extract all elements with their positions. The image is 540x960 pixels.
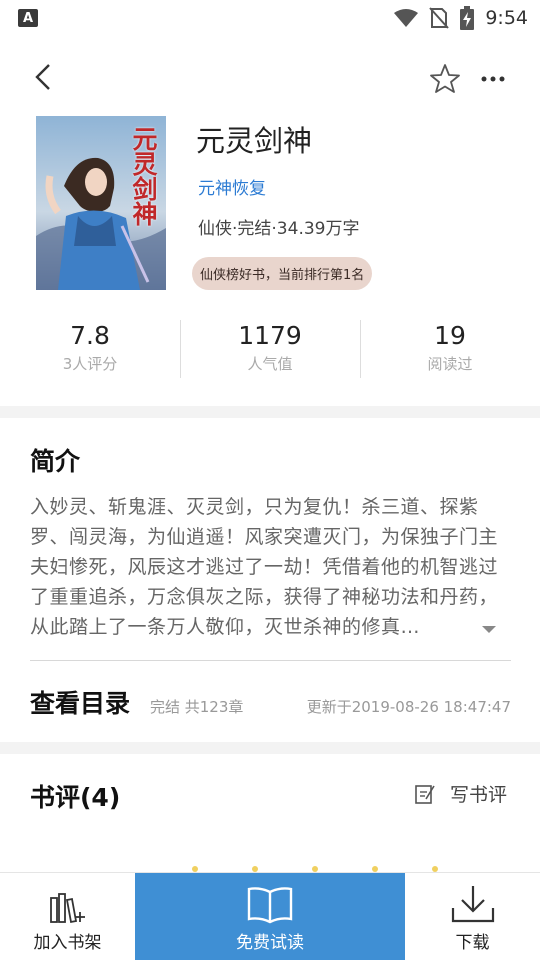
more-button[interactable] [474,60,512,98]
app-bar [0,52,540,102]
bottom-action-bar: 加入书架 免费试读 下载 [0,872,540,960]
download-icon [451,886,494,923]
cover-title: 元灵剑神 [129,126,158,226]
open-book-icon [247,887,293,924]
catalog-updated: 更新于2019-08-26 18:47:47 [306,698,511,716]
section-divider [0,406,540,418]
wifi-icon [394,9,419,27]
write-review-label: 写书评 [450,784,508,806]
bookshelf-add-icon [49,893,85,924]
battery-charging-icon [460,6,475,30]
intro-title: 简介 [30,447,81,476]
back-arrow-icon [35,64,50,90]
stat-rating-label: 3人评分 [62,355,118,373]
status-app-icon: A [18,9,38,27]
stat-rating-value: 7.8 [70,321,110,350]
no-sim-icon [429,7,450,29]
stat-readers-label: 阅读过 [427,355,473,373]
status-time: 9:54 [485,7,528,29]
add-to-shelf-label: 加入书架 [33,933,102,953]
free-read-label: 免费试读 [236,933,304,953]
download-label: 下载 [455,933,490,953]
stat-popularity: 1179 人气值 [180,318,360,378]
star-outline-icon [430,64,460,93]
book-cover[interactable]: 元灵剑神 [36,116,166,290]
back-button[interactable] [26,60,60,94]
section-divider [0,742,540,754]
status-bar: A 9:54 [0,0,540,36]
status-icons: 9:54 [393,6,528,30]
book-subgenre-link[interactable]: 元神恢复 [198,174,266,199]
add-to-shelf-button[interactable]: 加入书架 [0,873,135,960]
book-title: 元灵剑神 [196,124,313,158]
free-read-button[interactable]: 免费试读 [135,873,405,960]
write-review-button[interactable]: 写书评 [414,780,507,807]
stat-popularity-value: 1179 [238,321,302,350]
stat-rating[interactable]: 7.8 3人评分 [0,318,180,378]
catalog-count: 完结 共123章 [150,698,244,716]
stats-row: 7.8 3人评分 1179 人气值 19 阅读过 [0,318,540,378]
book-meta: 仙侠·完结·34.39万字 [198,219,360,239]
reviews-title: 书评(4) [30,783,121,812]
stat-readers-value: 19 [434,321,466,350]
catalog-link[interactable]: 查看目录 [30,684,130,720]
expand-intro-icon[interactable] [482,626,496,633]
favorite-button[interactable] [426,60,464,98]
intro-text[interactable]: 入妙灵、斩鬼涯、灭灵剑，只为复仇！杀三道、探紫罗、闯灵海，为仙逍遥！风家突遭灭门… [30,492,500,642]
more-dots-icon [481,76,505,82]
download-button[interactable]: 下载 [405,873,540,960]
stat-popularity-label: 人气值 [247,355,293,373]
edit-note-icon [415,784,435,804]
stat-readers: 19 阅读过 [360,318,540,378]
rank-badge[interactable]: 仙侠榜好书，当前排行第1名 [192,257,373,290]
divider-line [30,660,511,661]
